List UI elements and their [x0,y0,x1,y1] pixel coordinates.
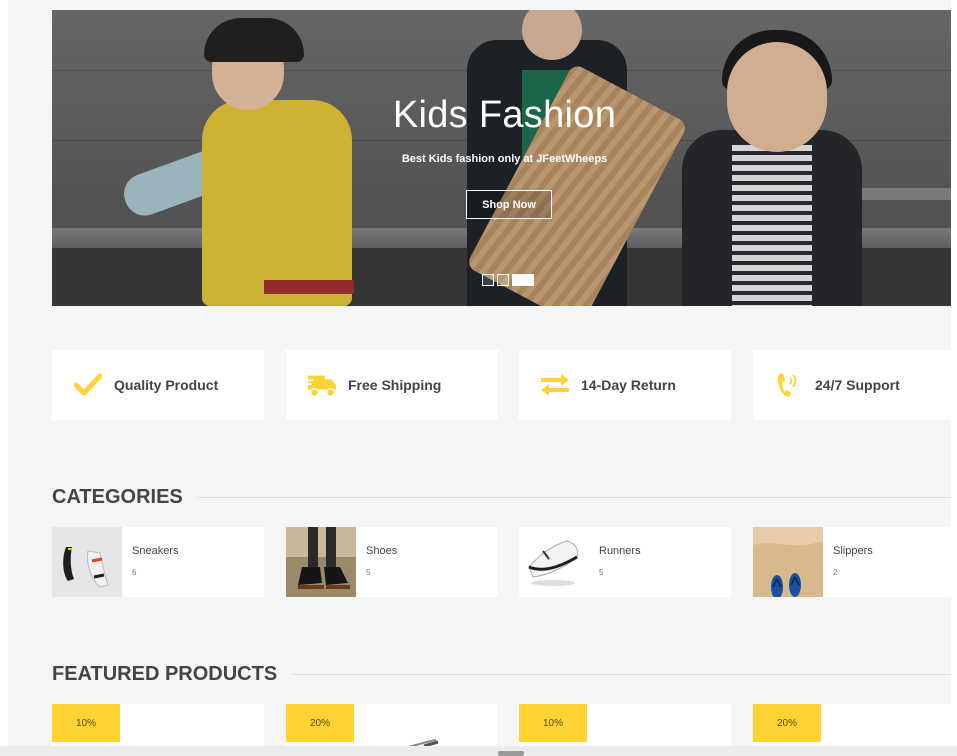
category-count: 2 [833,568,838,577]
scrollbar-thumb[interactable] [498,751,524,756]
carousel-indicator-3[interactable] [512,274,534,286]
category-image [52,527,122,597]
category-card-slippers[interactable]: Slippers 2 [753,527,957,597]
feature-label: Free Shipping [348,377,442,393]
phone-volume-icon [773,369,805,401]
section-title-categories: CATEGORIES [52,486,197,509]
category-count: 5 [599,568,604,577]
feature-label: 14-Day Return [581,377,676,393]
carousel-indicator-2[interactable] [497,274,509,286]
feature-label: 24/7 Support [815,377,900,393]
category-name[interactable]: Shoes [366,545,397,557]
category-name[interactable]: Sneakers [132,545,178,557]
category-image [753,527,823,597]
page-right-margin [951,0,957,756]
discount-badge: 20% [286,704,354,742]
exchange-icon [539,369,571,401]
carousel-indicators [482,274,534,286]
discount-badge: 10% [52,704,120,742]
category-card-runners[interactable]: Runners 5 [519,527,731,597]
category-card-sneakers[interactable]: Sneakers 6 [52,527,264,597]
category-image [519,527,589,597]
shop-now-button[interactable]: Shop Now [466,190,552,219]
feature-quality: Quality Product [52,350,264,420]
carousel-indicator-1[interactable] [482,274,494,286]
check-icon [72,369,104,401]
discount-badge: 10% [519,704,587,742]
hero-title: Kids Fashion [392,94,617,136]
feature-return: 14-Day Return [519,350,731,420]
hero-carousel[interactable]: Kids Fashion Best Kids fashion only at J… [52,10,957,306]
truck-icon [306,369,338,401]
section-title-featured: FEATURED PRODUCTS [52,663,292,686]
page-left-margin [0,0,8,756]
hero-subtitle: Best Kids fashion only at JFeetWheeps [401,153,608,165]
category-name[interactable]: Slippers [833,545,873,557]
feature-support: 24/7 Support [753,350,957,420]
discount-badge: 20% [753,704,821,742]
category-image [286,527,356,597]
horizontal-scrollbar[interactable] [0,746,957,756]
feature-label: Quality Product [114,377,219,393]
category-card-shoes[interactable]: Shoes 5 [286,527,498,597]
category-count: 5 [366,568,371,577]
category-count: 6 [132,568,137,577]
feature-shipping: Free Shipping [286,350,498,420]
category-name[interactable]: Runners [599,545,641,557]
